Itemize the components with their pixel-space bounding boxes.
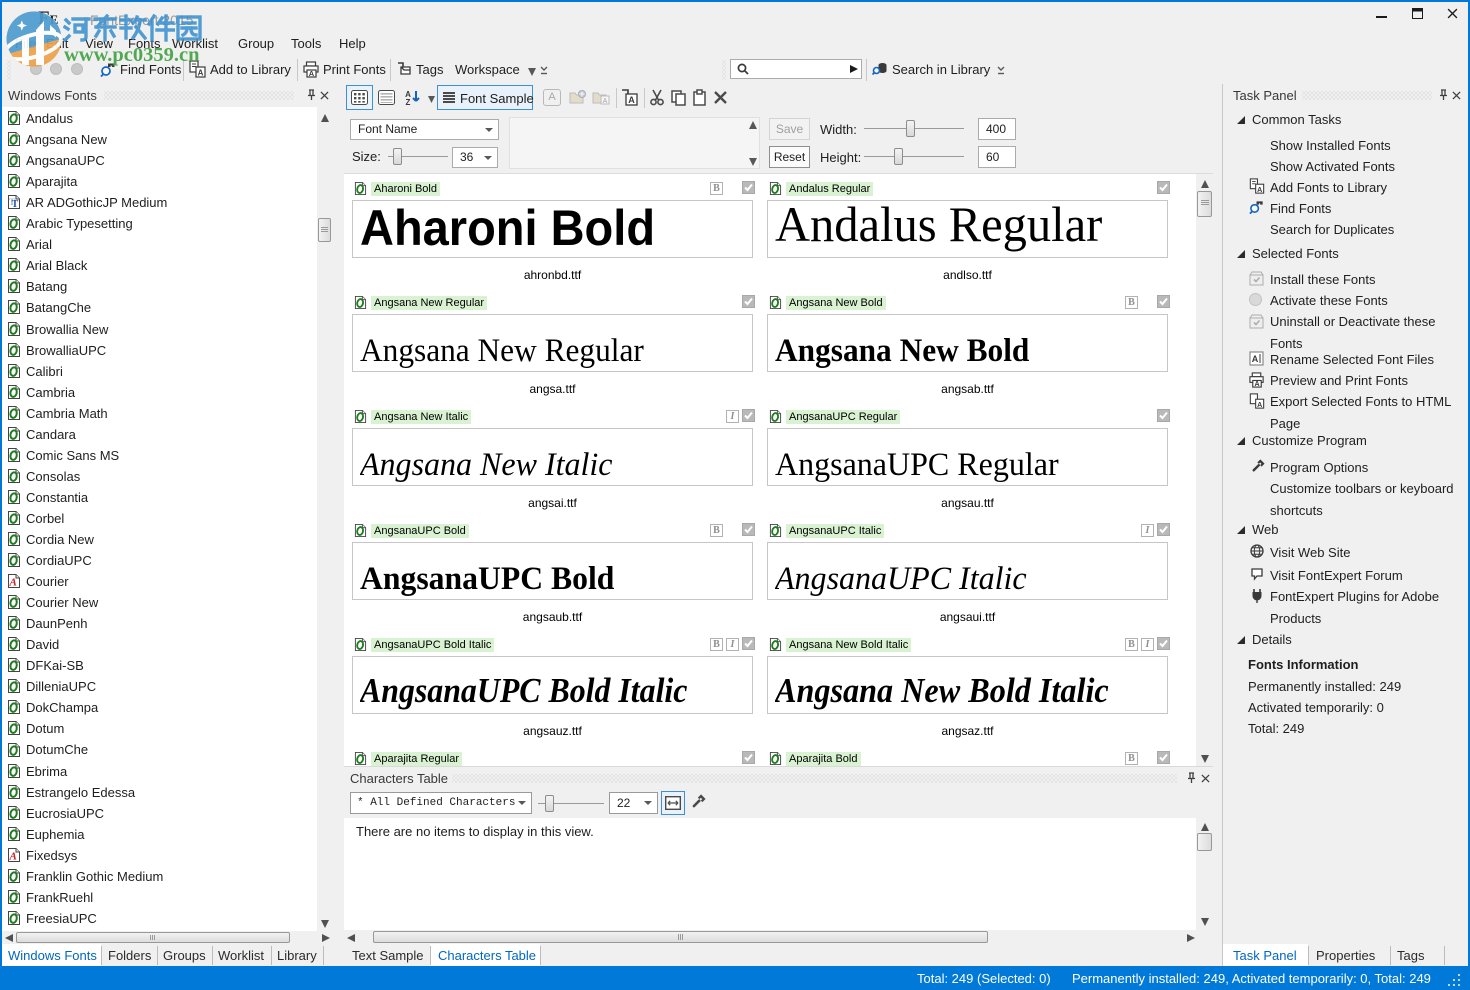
svg-text:A: A — [309, 69, 315, 78]
svg-text:A: A — [628, 95, 635, 105]
svg-text:A: A — [1257, 401, 1262, 409]
svg-text:A: A — [1252, 354, 1259, 364]
svg-text:T: T — [12, 199, 19, 210]
svg-text:A: A — [198, 69, 204, 78]
svg-text:A: A — [9, 850, 17, 862]
svg-text:A: A — [603, 98, 608, 105]
svg-text:A: A — [9, 576, 17, 588]
svg-text:Z: Z — [406, 98, 411, 106]
svg-text:A: A — [1254, 381, 1259, 388]
svg-text:A: A — [1257, 186, 1262, 194]
